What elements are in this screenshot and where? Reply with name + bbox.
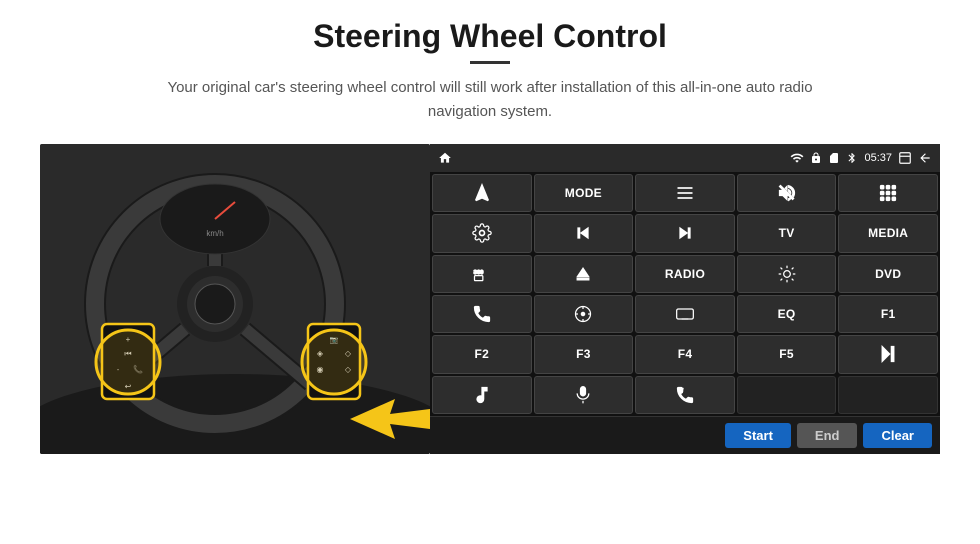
grid-button-r2c3[interactable] bbox=[635, 214, 735, 252]
grid-button-r1c1[interactable] bbox=[432, 174, 532, 212]
sim-icon bbox=[828, 152, 840, 164]
grid-button-r4c4[interactable]: EQ bbox=[737, 295, 837, 333]
grid-button-r2c2[interactable] bbox=[534, 214, 634, 252]
back-icon bbox=[918, 151, 932, 165]
window-icon bbox=[898, 151, 912, 165]
grid-button-r2c4[interactable]: TV bbox=[737, 214, 837, 252]
grid-button-r6c4 bbox=[737, 376, 837, 414]
grid-button-r5c5[interactable] bbox=[838, 335, 938, 373]
grid-button-r2c1[interactable] bbox=[432, 214, 532, 252]
steering-wheel-image: + ⏮ - 📞 ↩ 📷 ◈ ◇ ◉ ◇ bbox=[40, 144, 430, 454]
wifi-icon bbox=[790, 151, 804, 165]
content-row: + ⏮ - 📞 ↩ 📷 ◈ ◇ ◉ ◇ bbox=[40, 144, 940, 454]
status-time: 05:37 bbox=[864, 152, 892, 164]
grid-button-r4c5[interactable]: F1 bbox=[838, 295, 938, 333]
grid-button-r3c4[interactable] bbox=[737, 255, 837, 293]
android-panel: 05:37 MODE TVMEDIA 360 RADIO DVDEQF1 F2F3F4F5… bbox=[430, 144, 940, 454]
grid-button-r3c1[interactable]: 360 bbox=[432, 255, 532, 293]
title-divider bbox=[470, 61, 510, 64]
grid-button-r6c3[interactable]: / bbox=[635, 376, 735, 414]
svg-text:km/h: km/h bbox=[206, 229, 223, 238]
lock-icon bbox=[810, 152, 822, 164]
grid-button-r3c5[interactable]: DVD bbox=[838, 255, 938, 293]
grid-button-r4c1[interactable] bbox=[432, 295, 532, 333]
grid-button-r5c4[interactable]: F5 bbox=[737, 335, 837, 373]
grid-button-r1c5[interactable] bbox=[838, 174, 938, 212]
start-button[interactable]: Start bbox=[725, 423, 791, 448]
grid-button-r5c2[interactable]: F3 bbox=[534, 335, 634, 373]
grid-button-r5c3[interactable]: F4 bbox=[635, 335, 735, 373]
page-title: Steering Wheel Control bbox=[313, 18, 667, 55]
end-button[interactable]: End bbox=[797, 423, 858, 448]
button-grid: MODE TVMEDIA 360 RADIO DVDEQF1 F2F3F4F5 / bbox=[430, 172, 940, 416]
clear-button[interactable]: Clear bbox=[863, 423, 932, 448]
page-container: Steering Wheel Control Your original car… bbox=[0, 0, 980, 544]
grid-button-r1c4[interactable] bbox=[737, 174, 837, 212]
grid-button-r4c2[interactable] bbox=[534, 295, 634, 333]
status-bar-left bbox=[438, 151, 452, 165]
svg-text:/: / bbox=[682, 388, 684, 394]
grid-button-r6c1[interactable] bbox=[432, 376, 532, 414]
grid-button-r5c1[interactable]: F2 bbox=[432, 335, 532, 373]
grid-button-r1c3[interactable] bbox=[635, 174, 735, 212]
status-bar-right: 05:37 bbox=[790, 151, 932, 165]
grid-button-r2c5[interactable]: MEDIA bbox=[838, 214, 938, 252]
page-subtitle: Your original car's steering wheel contr… bbox=[150, 76, 830, 124]
grid-button-r1c2[interactable]: MODE bbox=[534, 174, 634, 212]
home-icon bbox=[438, 151, 452, 165]
grid-button-r6c2[interactable] bbox=[534, 376, 634, 414]
status-bar: 05:37 bbox=[430, 144, 940, 172]
grid-button-r6c5 bbox=[838, 376, 938, 414]
action-bar: Start End Clear bbox=[430, 416, 940, 454]
bluetooth-icon bbox=[846, 152, 858, 164]
grid-button-r3c2[interactable] bbox=[534, 255, 634, 293]
grid-button-r4c3[interactable] bbox=[635, 295, 735, 333]
grid-button-r3c3[interactable]: RADIO bbox=[635, 255, 735, 293]
